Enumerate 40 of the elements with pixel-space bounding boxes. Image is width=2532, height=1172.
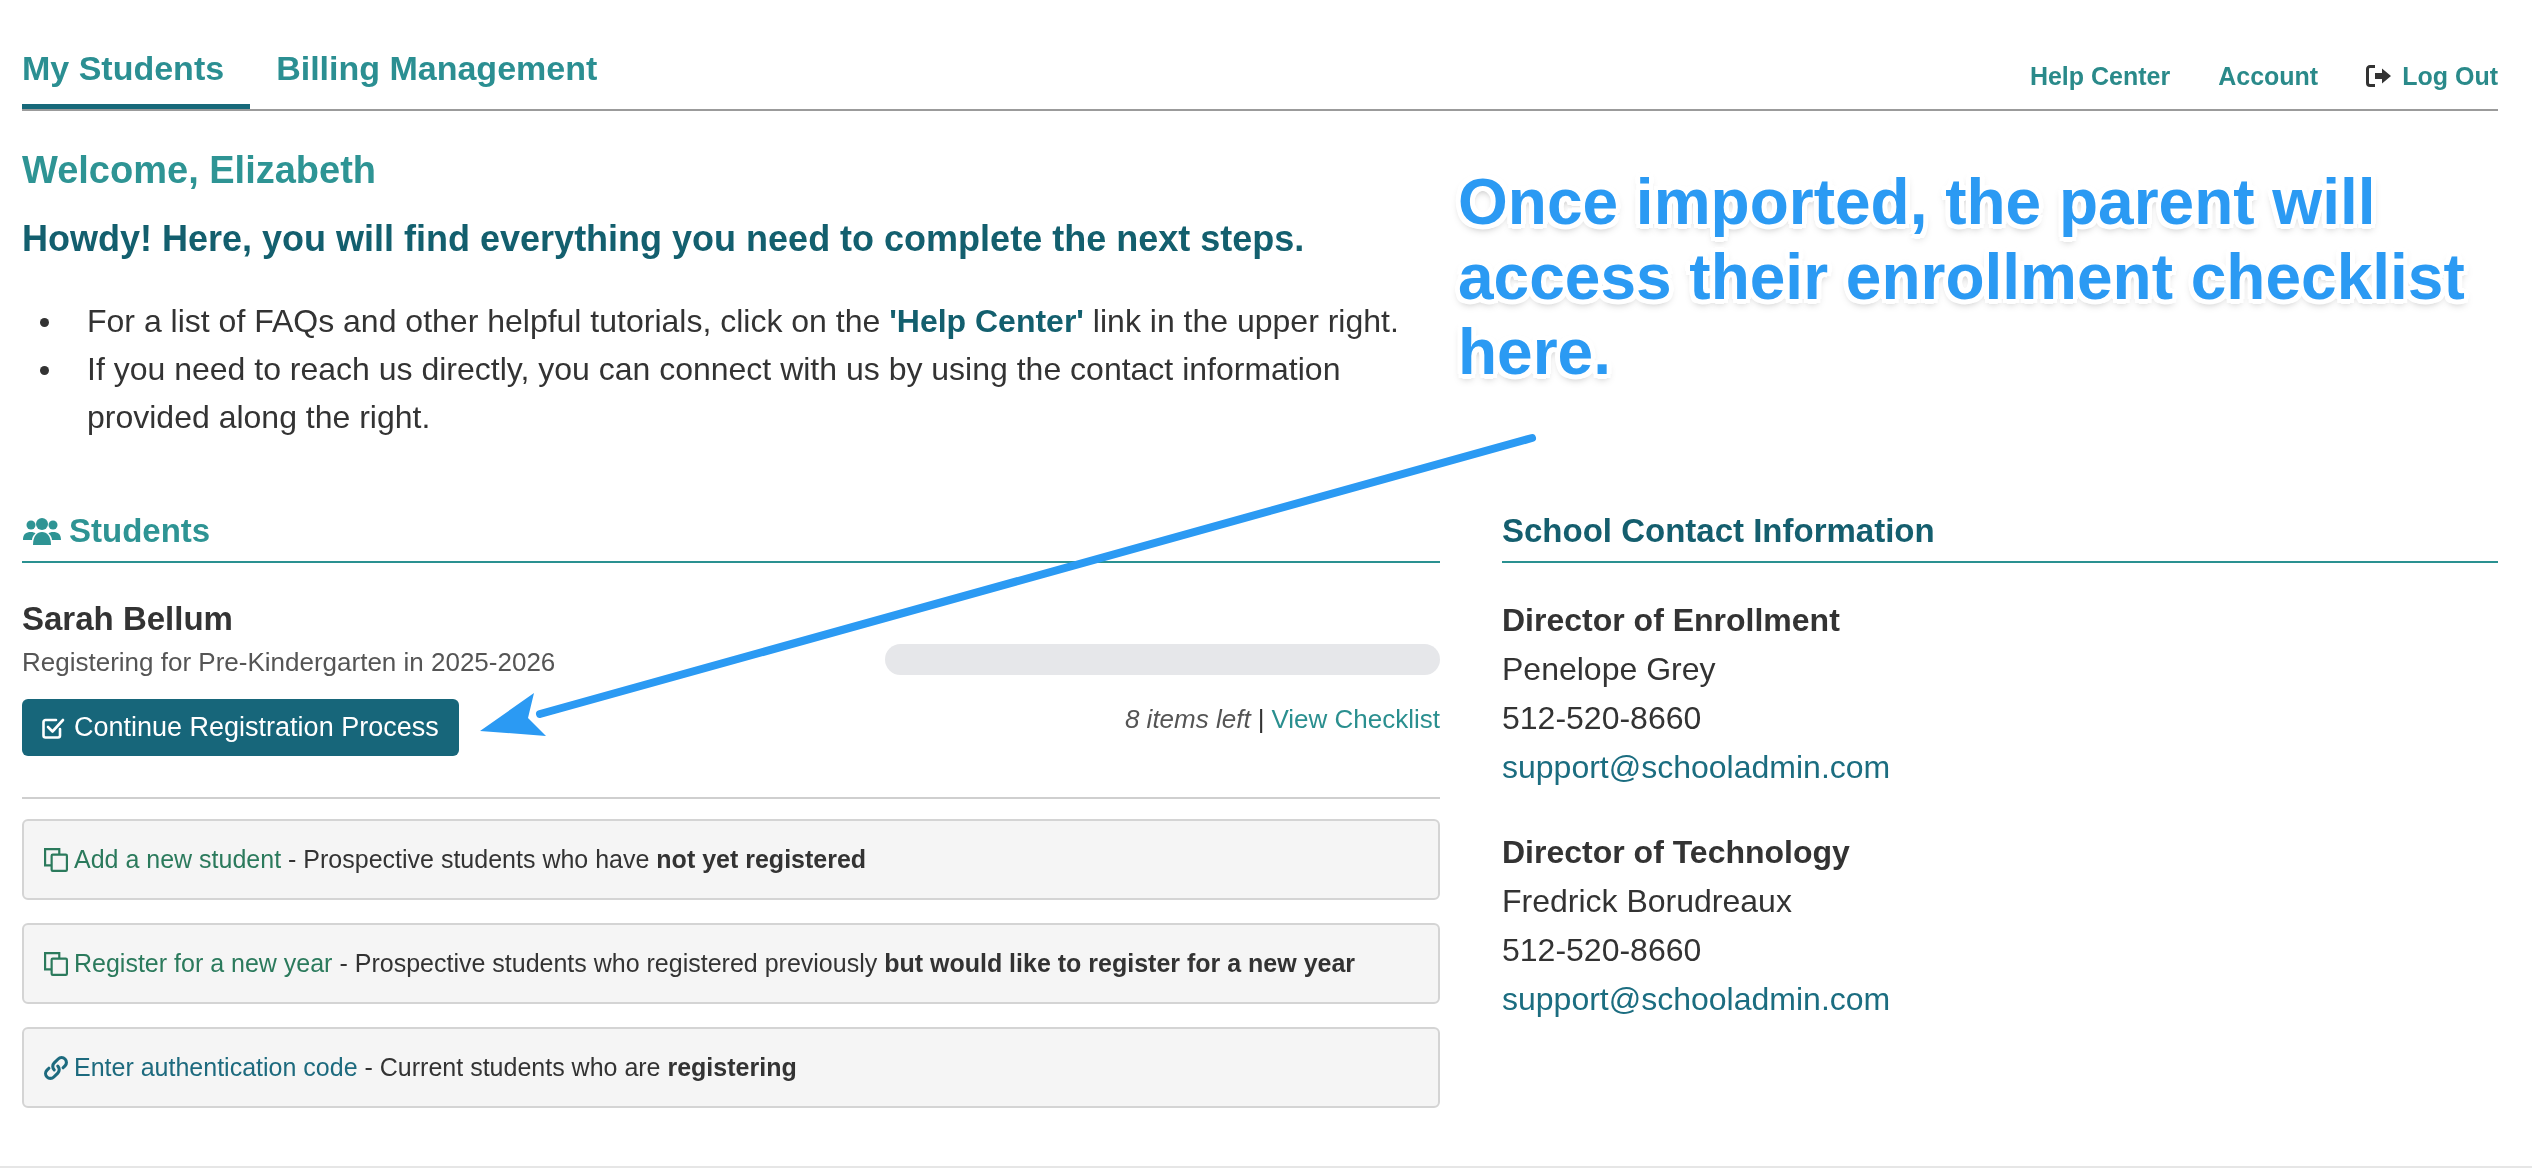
- annotation-text: Once imported, the parent will access their enrollment checklist here.: [1458, 165, 2466, 390]
- student-name: Sarah Bellum: [22, 599, 233, 639]
- check-square-icon: [42, 716, 65, 739]
- welcome-heading: Welcome, Elizabeth: [22, 148, 378, 193]
- link-icon: [44, 1055, 68, 1080]
- registration-info: Registering for Pre-Kindergarten in 2025-2026: [22, 646, 556, 678]
- tab[interactable]: My Students: [22, 48, 251, 109]
- sign-out-icon: [2366, 65, 2392, 87]
- section-heading: Students: [69, 511, 211, 551]
- bullet-text: If you need to reach us directly, you can connect with us by using the contact information provided along the right.: [87, 350, 1342, 437]
- contact-name: Fredrick Borudreaux: [1502, 882, 1792, 921]
- email-link[interactable]: support@schooladmin.com: [1502, 743, 1891, 792]
- contact-phone: 512-520-8660: [1502, 931, 1702, 970]
- contact-name: Penelope Grey: [1502, 650, 1716, 689]
- copy-icon: [44, 951, 68, 976]
- bullet-icon: [40, 366, 49, 375]
- nav-link[interactable]: Account: [2218, 61, 2319, 91]
- option-link[interactable]: Enter authentication code: [74, 1052, 358, 1083]
- nav-link[interactable]: Help Center: [2029, 61, 2171, 91]
- tab[interactable]: Billing Management: [276, 48, 624, 109]
- email-link[interactable]: support@schooladmin.com: [1502, 975, 1891, 1024]
- separator-text: |: [1257, 703, 1265, 735]
- contact-role: Director of Enrollment: [1502, 601, 1840, 640]
- option-description: - Prospective students who have not yet registered: [288, 844, 867, 875]
- copy-icon: [44, 847, 68, 872]
- section-heading: School Contact Information: [1502, 511, 2498, 563]
- contact-phone: 512-520-8660: [1502, 699, 1702, 738]
- option-description: - Current students who are registering: [364, 1052, 797, 1083]
- contact-role: Director of Technology: [1502, 833, 1850, 872]
- bullet-icon: [40, 318, 49, 327]
- option-link[interactable]: Add a new student: [74, 844, 282, 875]
- users-icon: [22, 517, 62, 545]
- items-left-text: 8 items left: [1124, 703, 1251, 735]
- log-out-link[interactable]: Log Out: [2366, 61, 2498, 91]
- view-checklist-link[interactable]: View Checklist: [1271, 703, 1440, 735]
- option-link[interactable]: Register for a new year: [74, 948, 333, 979]
- intro-heading: Howdy! Here, you will find everything you need to complete the next steps.: [22, 217, 1306, 261]
- bullet-text: For a list of FAQs and other helpful tutorials, click on the 'Help Center' link in the upper right.: [87, 302, 1399, 341]
- continue-registration-button[interactable]: Continue Registration Process: [22, 699, 459, 756]
- option-description: - Prospective students who registered previously but would like to register for a new year: [339, 948, 1356, 979]
